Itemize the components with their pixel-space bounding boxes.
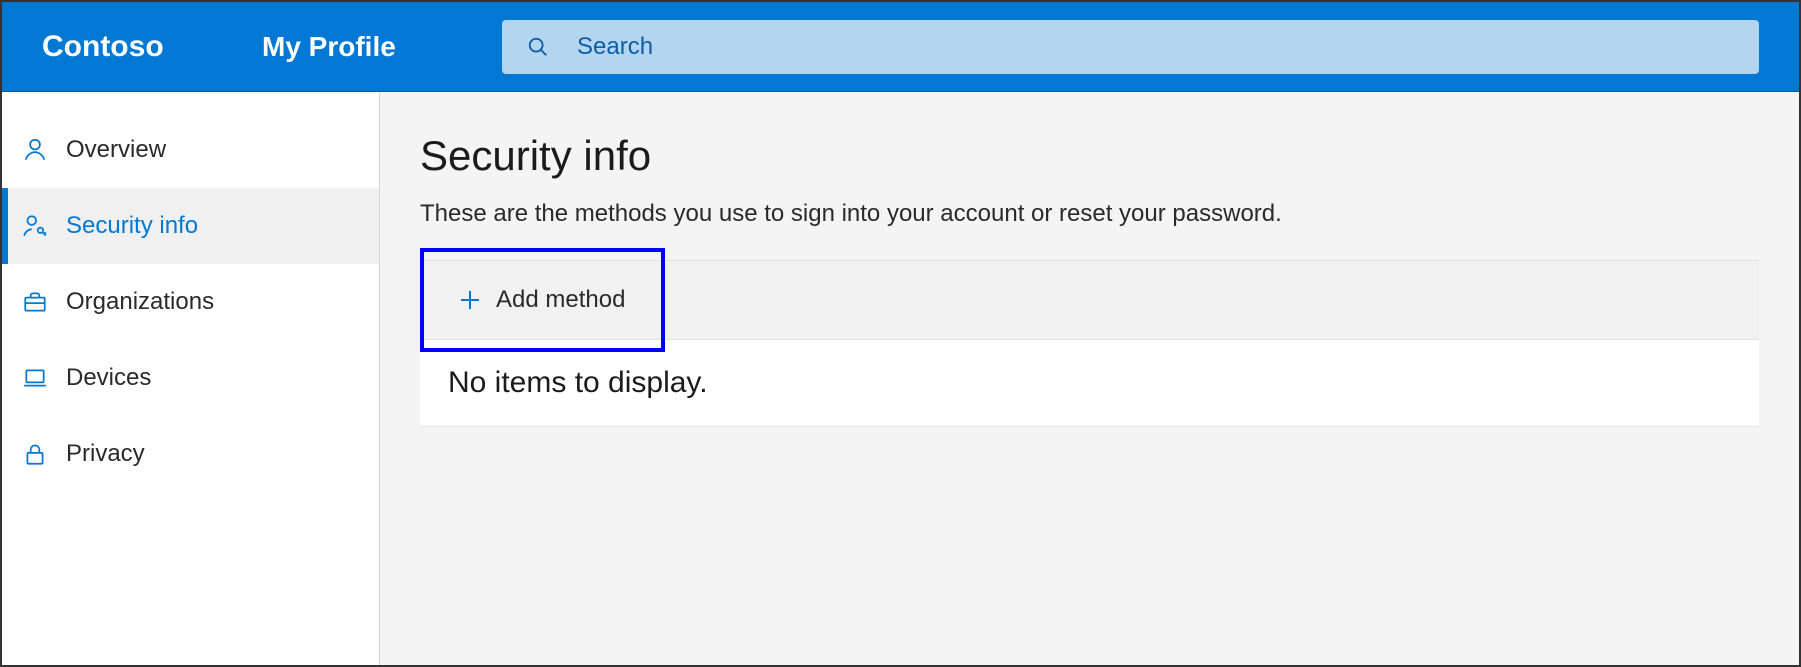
add-method-label: Add method xyxy=(496,286,625,314)
plus-icon xyxy=(458,288,482,312)
sidebar-item-organizations[interactable]: Organizations xyxy=(2,264,379,340)
person-icon xyxy=(22,137,48,163)
sidebar-item-label: Privacy xyxy=(66,440,145,468)
laptop-icon xyxy=(22,365,48,391)
briefcase-icon xyxy=(22,289,48,315)
sidebar-item-overview[interactable]: Overview xyxy=(2,112,379,188)
search-icon xyxy=(527,36,549,58)
page-title: Security info xyxy=(420,132,1759,180)
page-subtitle: These are the methods you use to sign in… xyxy=(420,200,1759,228)
methods-toolbar: Add method xyxy=(420,260,1759,340)
sidebar-item-privacy[interactable]: Privacy xyxy=(2,416,379,492)
body: Overview Security info Organizations xyxy=(2,92,1799,665)
sidebar-item-label: Overview xyxy=(66,136,166,164)
person-key-icon xyxy=(22,213,48,239)
sidebar-item-label: Organizations xyxy=(66,288,214,316)
main-content: Security info These are the methods you … xyxy=(380,92,1799,665)
search-container xyxy=(502,20,1759,74)
sidebar-item-label: Devices xyxy=(66,364,151,392)
empty-state-message: No items to display. xyxy=(420,340,1759,427)
header-page-name: My Profile xyxy=(262,31,442,63)
sidebar-item-label: Security info xyxy=(66,212,198,240)
sidebar: Overview Security info Organizations xyxy=(2,92,380,665)
sidebar-item-devices[interactable]: Devices xyxy=(2,340,379,416)
sidebar-item-security-info[interactable]: Security info xyxy=(2,188,379,264)
search-input[interactable] xyxy=(502,20,1759,74)
add-method-button[interactable]: Add method xyxy=(430,270,653,330)
brand-name: Contoso xyxy=(42,30,222,64)
lock-icon xyxy=(22,441,48,467)
app-header: Contoso My Profile xyxy=(2,2,1799,92)
